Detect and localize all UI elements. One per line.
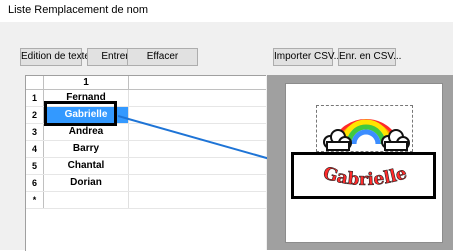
embroidery-name-label: Gabrielle bbox=[320, 163, 409, 190]
window: Liste Remplacement de nom Edition de tex… bbox=[0, 0, 453, 251]
name-cell[interactable]: Dorian bbox=[44, 175, 129, 191]
new-row-marker: * bbox=[26, 192, 44, 208]
import-csv-button[interactable]: Importer CSV... bbox=[273, 48, 342, 66]
window-title: Liste Remplacement de nom bbox=[8, 4, 149, 16]
title-bar: Liste Remplacement de nom bbox=[0, 0, 453, 22]
column-header-1[interactable]: 1 bbox=[44, 76, 129, 89]
edition-de-texte-button[interactable]: Edition de texte bbox=[20, 48, 90, 66]
export-csv-button[interactable]: Enr. en CSV... bbox=[338, 48, 401, 66]
svg-text:Gabrielle: Gabrielle bbox=[321, 163, 410, 190]
grid-corner bbox=[26, 76, 44, 89]
selected-cell-highlight bbox=[44, 101, 117, 126]
table-row[interactable]: 6 Dorian bbox=[26, 175, 266, 192]
effacer-button[interactable]: Effacer bbox=[127, 48, 198, 66]
name-cell[interactable]: Andrea bbox=[44, 124, 129, 140]
column-header-row: 1 bbox=[26, 76, 266, 90]
row-number: 2 bbox=[26, 107, 44, 123]
table-row-new[interactable]: * bbox=[26, 192, 266, 209]
row-number: 6 bbox=[26, 175, 44, 191]
name-cell[interactable]: Barry bbox=[44, 141, 129, 157]
arrow-icon bbox=[118, 115, 285, 164]
row-number: 3 bbox=[26, 124, 44, 140]
name-cell[interactable]: Chantal bbox=[44, 158, 129, 174]
embroidery-name-text: Gabrielle bbox=[320, 163, 410, 190]
name-cell[interactable] bbox=[44, 192, 129, 208]
row-number: 1 bbox=[26, 90, 44, 106]
rainbow-cloud-icon bbox=[323, 118, 410, 151]
row-number: 5 bbox=[26, 158, 44, 174]
row-number: 4 bbox=[26, 141, 44, 157]
